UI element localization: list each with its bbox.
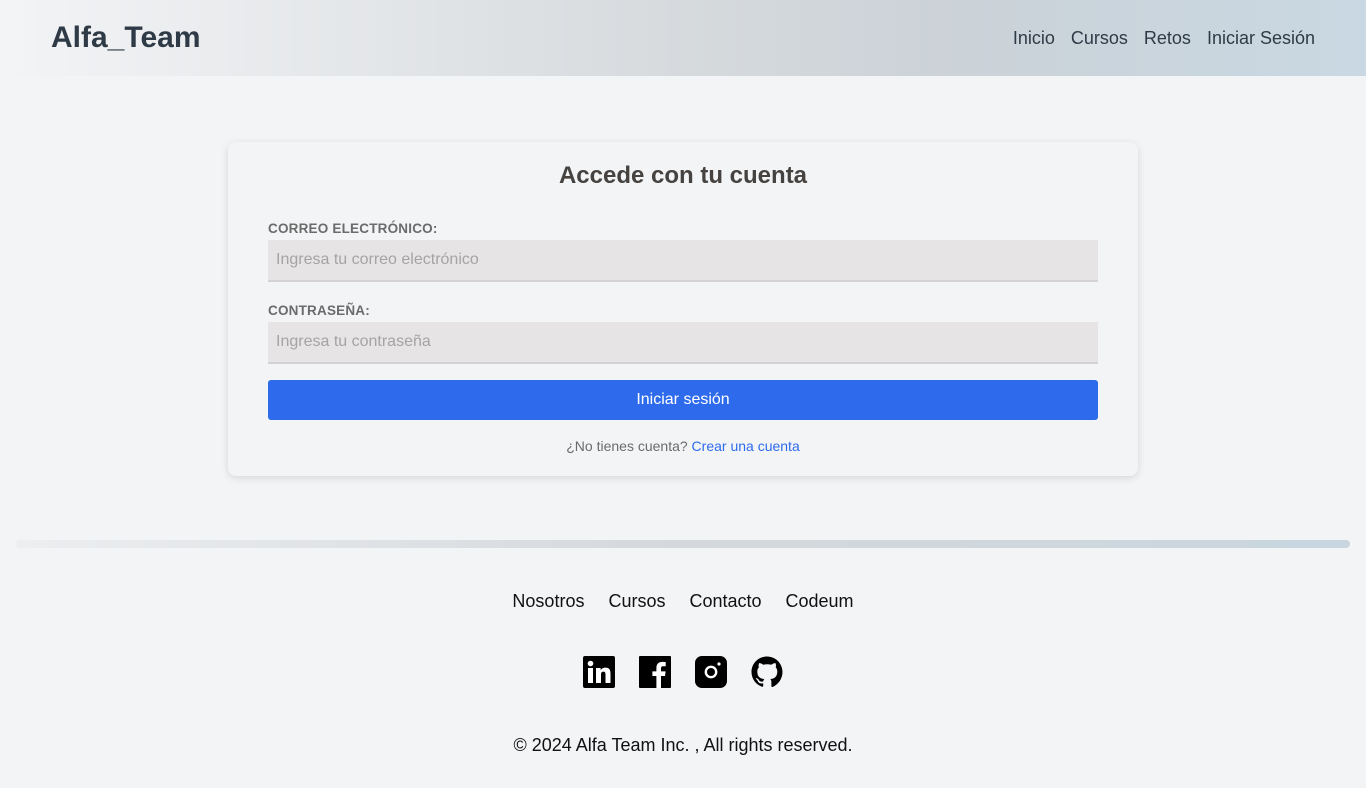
brand-logo[interactable]: Alfa_Team xyxy=(51,21,201,55)
footer-link-contacto[interactable]: Contacto xyxy=(689,591,761,612)
footer-link-cursos[interactable]: Cursos xyxy=(608,591,665,612)
top-navbar: Alfa_Team Inicio Cursos Retos Iniciar Se… xyxy=(0,0,1366,76)
password-label: CONTRASEÑA: xyxy=(268,303,370,318)
copyright-text: © 2024 Alfa Team Inc. , All rights reser… xyxy=(513,735,853,755)
social-links xyxy=(0,656,1366,688)
no-account-text: ¿No tienes cuenta? xyxy=(566,438,688,454)
login-card: Accede con tu cuenta CORREO ELECTRÓNICO:… xyxy=(228,142,1138,476)
password-field[interactable] xyxy=(268,322,1098,364)
facebook-icon[interactable] xyxy=(639,656,671,688)
email-field[interactable] xyxy=(268,240,1098,282)
login-title: Accede con tu cuenta xyxy=(558,162,808,189)
instagram-icon[interactable] xyxy=(695,656,727,688)
nav-link-iniciar-sesion[interactable]: Iniciar Sesión xyxy=(1207,28,1315,49)
signup-prompt: ¿No tienes cuenta? Crear una cuenta xyxy=(228,438,1138,454)
nav-link-cursos[interactable]: Cursos xyxy=(1071,28,1128,49)
email-label: CORREO ELECTRÓNICO: xyxy=(268,221,438,236)
linkedin-icon[interactable] xyxy=(583,656,615,688)
footer-nav: Nosotros Cursos Contacto Codeum xyxy=(0,591,1366,612)
github-icon[interactable] xyxy=(751,656,783,688)
main-nav: Inicio Cursos Retos Iniciar Sesión xyxy=(1013,28,1315,49)
nav-link-retos[interactable]: Retos xyxy=(1144,28,1191,49)
footer-link-codeum[interactable]: Codeum xyxy=(786,591,854,612)
create-account-link[interactable]: Crear una cuenta xyxy=(692,438,800,454)
login-submit-button[interactable]: Iniciar sesión xyxy=(268,380,1098,420)
nav-link-inicio[interactable]: Inicio xyxy=(1013,28,1055,49)
footer-divider xyxy=(16,540,1350,548)
footer-link-nosotros[interactable]: Nosotros xyxy=(512,591,584,612)
